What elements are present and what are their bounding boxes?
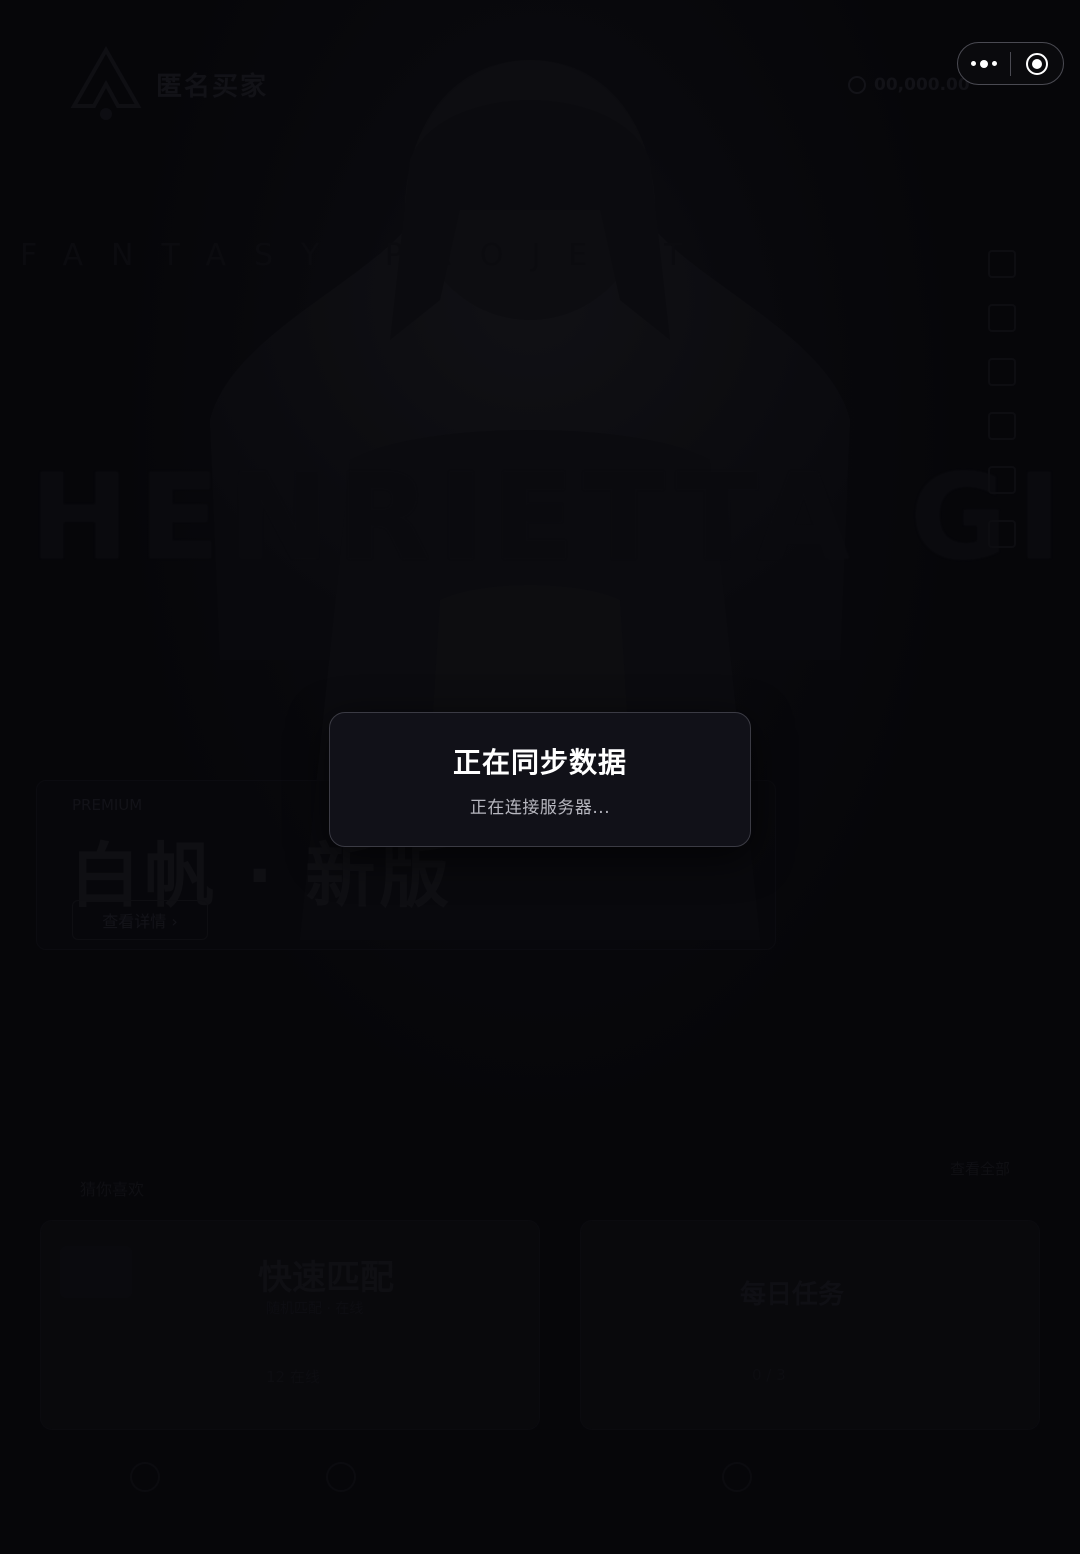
dialog-title: 正在同步数据 bbox=[452, 746, 627, 779]
app-screen: 匿名买家 00,000.00 FANTASY PROJECT HENRIETTA… bbox=[0, 0, 1080, 1554]
miniprogram-capsule bbox=[957, 42, 1064, 85]
dialog-message: 正在连接服务器... bbox=[469, 798, 611, 818]
close-capsule-icon[interactable] bbox=[1011, 43, 1063, 84]
sync-loading-dialog: 正在同步数据 正在连接服务器... bbox=[329, 712, 751, 847]
more-dots-icon[interactable] bbox=[958, 43, 1010, 84]
